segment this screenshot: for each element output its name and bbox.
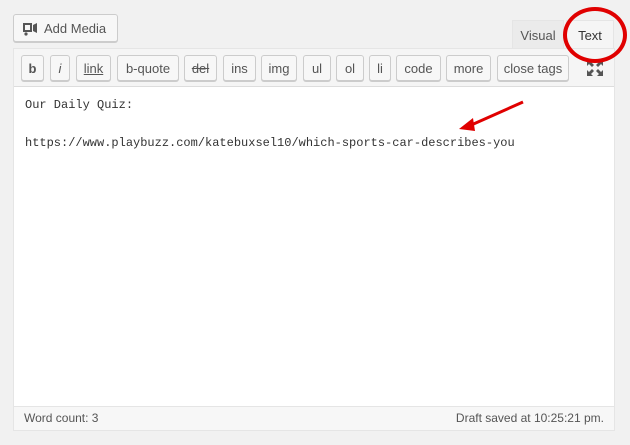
quicktags-toolbar: b i link b-quote del ins img ul ol li co… [14, 49, 614, 87]
li-button[interactable]: li [369, 55, 391, 81]
italic-button[interactable]: i [50, 55, 70, 81]
blockquote-button[interactable]: b-quote [117, 55, 179, 81]
ul-button[interactable]: ul [303, 55, 331, 81]
annotation-arrow-icon [459, 100, 524, 131]
ins-button[interactable]: ins [223, 55, 256, 81]
tab-visual[interactable]: Visual [512, 20, 564, 49]
draft-saved-status: Draft saved at 10:25:21 pm. [455, 411, 604, 425]
ol-button[interactable]: ol [336, 55, 364, 81]
bold-button[interactable]: b [21, 55, 44, 81]
media-icon [22, 20, 38, 36]
more-button[interactable]: more [446, 55, 491, 81]
del-button[interactable]: del [184, 55, 217, 81]
annotation-circle [563, 7, 627, 63]
editor-line-url: https://www.playbuzz.com/katebuxsel10/wh… [25, 136, 515, 150]
img-button[interactable]: img [261, 55, 297, 81]
word-count: Word count: 3 [24, 411, 99, 425]
link-button[interactable]: link [76, 55, 111, 81]
add-media-button[interactable]: Add Media [13, 14, 118, 42]
editor-line-quiz-title: Our Daily Quiz: [25, 98, 134, 112]
code-button[interactable]: code [396, 55, 441, 81]
editor-status-bar: Word count: 3 Draft saved at 10:25:21 pm… [14, 406, 614, 430]
close-tags-button[interactable]: close tags [497, 55, 569, 81]
text-editor-content[interactable]: Our Daily Quiz: https://www.playbuzz.com… [25, 96, 600, 396]
add-media-label: Add Media [44, 20, 107, 36]
